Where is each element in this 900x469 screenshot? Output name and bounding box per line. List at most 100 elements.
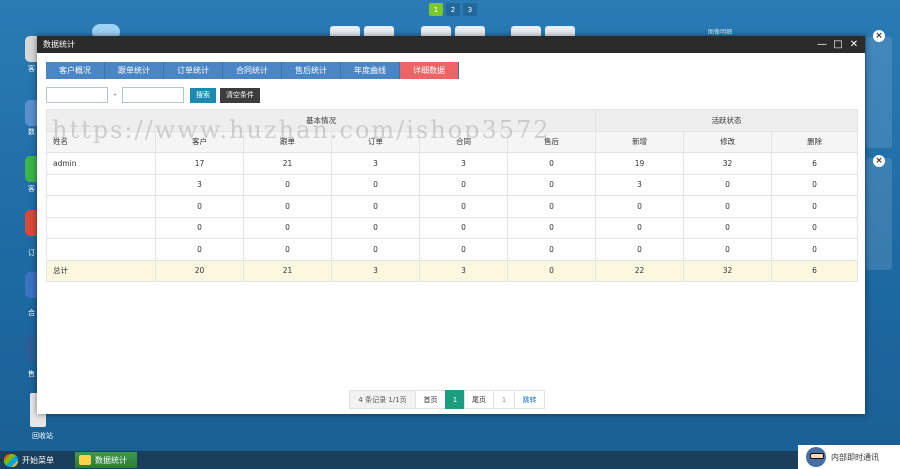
- table-cell: 0: [155, 238, 244, 261]
- recycle-bin-label: 回收站: [32, 432, 53, 440]
- table-cell: 0: [331, 173, 420, 196]
- table-cell: 0: [506, 195, 597, 218]
- table-cell: 0: [155, 195, 244, 218]
- windows-logo-icon: [4, 454, 18, 467]
- table-row[interactable]: admin 17 21 3 3 0 19 32 6: [46, 152, 859, 175]
- column-header[interactable]: 姓名: [46, 130, 156, 153]
- table-cell: [46, 238, 156, 261]
- column-header[interactable]: 合同: [419, 130, 508, 153]
- column-header[interactable]: 新增: [595, 130, 685, 153]
- column-header[interactable]: 客户: [155, 130, 244, 153]
- close-icon[interactable]: ✕: [849, 39, 859, 50]
- table-total-row: 总计 20 21 3 3 0 22 32 6: [46, 259, 859, 282]
- desktop-page-3[interactable]: 3: [463, 3, 477, 16]
- close-icon[interactable]: ×: [873, 155, 885, 167]
- table-cell: admin: [46, 152, 156, 175]
- table-cell: 3: [155, 173, 244, 196]
- desktop-icon-label: 客: [28, 65, 35, 73]
- side-panel: [866, 158, 892, 270]
- table-cell: 0: [771, 216, 859, 239]
- tab-contract-stats[interactable]: 合同统计: [223, 62, 282, 79]
- data-stats-icon: [79, 455, 91, 465]
- current-page-button[interactable]: 1: [445, 390, 465, 409]
- minimize-icon[interactable]: —: [817, 39, 827, 50]
- table-cell: 0: [771, 238, 859, 261]
- desktop-page-2[interactable]: 2: [446, 3, 460, 16]
- column-header[interactable]: 售后: [506, 130, 597, 153]
- clear-filters-button[interactable]: 清空条件: [220, 87, 260, 103]
- table-row[interactable]: 0 0 0 0 0 0 0 0: [46, 216, 859, 239]
- table-cell: 3: [419, 152, 508, 175]
- tab-order-stats[interactable]: 订单统计: [164, 62, 223, 79]
- pagination: 4 条记录 1/1页 首页 1 尾页 1 跳转: [349, 390, 545, 409]
- im-label: 内部即时通讯: [831, 452, 879, 462]
- stats-table: 基本情况 活跃状态 姓名 客户 跟单 订单 合同 售后 新增 修改 删除 adm…: [45, 109, 859, 282]
- table-cell: 0: [331, 238, 420, 261]
- table-cell: 0: [331, 216, 420, 239]
- total-cell: 20: [155, 259, 244, 282]
- table-cell: 0: [243, 216, 332, 239]
- taskbar-item-data-stats[interactable]: 数据统计: [75, 452, 137, 468]
- table-cell: 21: [243, 152, 332, 175]
- desktop-icon-label: 数: [28, 128, 35, 136]
- column-header[interactable]: 订单: [331, 130, 420, 153]
- go-page-button[interactable]: 跳转: [514, 390, 545, 409]
- table-row[interactable]: 0 0 0 0 0 0 0 0: [46, 195, 859, 218]
- table-cell: 0: [506, 152, 597, 175]
- total-cell: 3: [419, 259, 508, 282]
- table-header-row: 姓名 客户 跟单 订单 合同 售后 新增 修改 删除: [46, 130, 859, 153]
- end-date-input[interactable]: [122, 87, 184, 103]
- table-cell: [46, 195, 156, 218]
- taskbar-item-label: 数据统计: [95, 455, 127, 465]
- total-cell: 总计: [46, 259, 156, 282]
- table-cell: [46, 173, 156, 196]
- table-cell: 0: [595, 238, 685, 261]
- desktop-icon-label: 客: [28, 185, 35, 193]
- maximize-icon[interactable]: □: [833, 39, 843, 50]
- table-cell: [46, 216, 156, 239]
- table-cell: 32: [683, 152, 773, 175]
- tab-customer-overview[interactable]: 客户概况: [46, 62, 105, 79]
- first-page-button[interactable]: 首页: [415, 390, 446, 409]
- search-button[interactable]: 搜索: [190, 87, 216, 103]
- start-menu-label: 开始菜单: [22, 456, 54, 465]
- start-menu-button[interactable]: 开始菜单: [4, 454, 54, 467]
- desktop-icon-label: 售: [28, 370, 35, 378]
- tab-aftersales-stats[interactable]: 售后统计: [282, 62, 341, 79]
- table-cell: 0: [506, 238, 597, 261]
- tab-detailed-data[interactable]: 详细数据: [400, 62, 459, 79]
- table-cell: 17: [155, 152, 244, 175]
- total-cell: 21: [243, 259, 332, 282]
- close-icon[interactable]: ×: [873, 30, 885, 42]
- record-count: 4 条记录 1/1页: [349, 390, 416, 409]
- avatar-icon: [806, 447, 826, 467]
- table-cell: 3: [595, 173, 685, 196]
- start-date-input[interactable]: [46, 87, 108, 103]
- column-header[interactable]: 删除: [771, 130, 859, 153]
- tab-yearly-curve[interactable]: 年度曲线: [341, 62, 400, 79]
- table-cell: 0: [683, 195, 773, 218]
- table-cell: 0: [331, 195, 420, 218]
- tab-followup-stats[interactable]: 跟单统计: [105, 62, 164, 79]
- table-row[interactable]: 0 0 0 0 0 0 0 0: [46, 238, 859, 261]
- window-titlebar[interactable]: 数据统计 — □ ✕: [37, 36, 865, 53]
- table-cell: 6: [771, 152, 859, 175]
- table-cell: 0: [419, 238, 508, 261]
- range-separator: -: [113, 90, 117, 100]
- table-cell: 0: [683, 173, 773, 196]
- desktop-page-1[interactable]: 1: [429, 3, 443, 16]
- filter-bar: - 搜索 清空条件: [46, 87, 260, 103]
- instant-messaging-button[interactable]: 内部即时通讯: [798, 445, 900, 469]
- last-page-button[interactable]: 尾页: [464, 390, 494, 409]
- column-header[interactable]: 跟单: [243, 130, 332, 153]
- desktop-icon-label: 合: [28, 309, 35, 317]
- column-header[interactable]: 修改: [683, 130, 773, 153]
- table-cell: 0: [595, 216, 685, 239]
- side-panel-title: 图像明细: [708, 29, 733, 36]
- page-number-input[interactable]: 1: [493, 390, 515, 409]
- taskbar: 开始菜单 数据统计: [0, 451, 900, 469]
- table-row[interactable]: 3 0 0 0 0 3 0 0: [46, 173, 859, 196]
- table-cell: 3: [331, 152, 420, 175]
- table-cell: 0: [419, 173, 508, 196]
- total-cell: 3: [331, 259, 420, 282]
